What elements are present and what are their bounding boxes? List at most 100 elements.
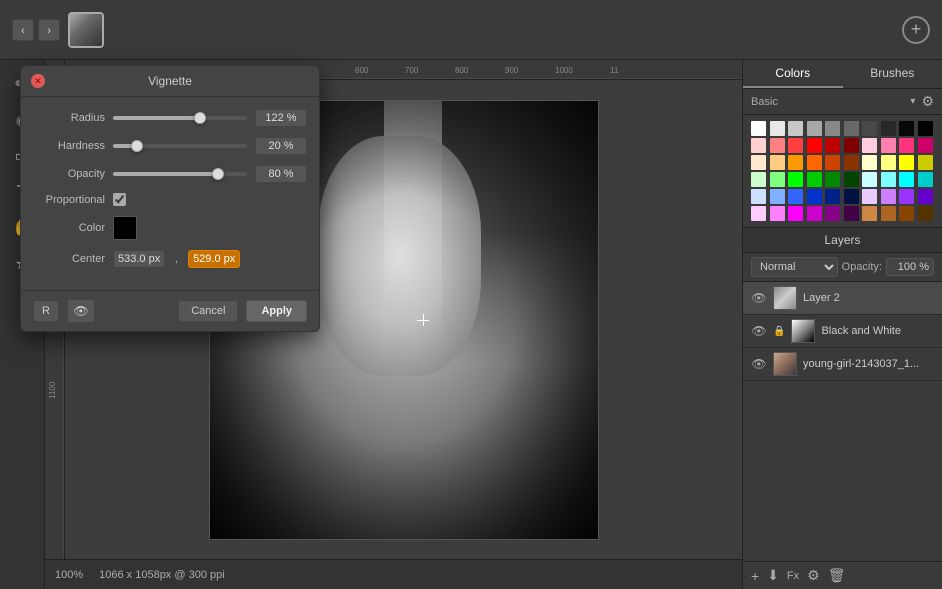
- color-swatch[interactable]: [862, 121, 877, 136]
- tab-brushes[interactable]: Brushes: [843, 60, 942, 88]
- color-swatch[interactable]: [788, 121, 803, 136]
- color-swatch[interactable]: [770, 206, 785, 221]
- color-swatch[interactable]: [807, 138, 822, 153]
- cancel-button[interactable]: Cancel: [178, 300, 238, 322]
- color-swatch[interactable]: [881, 121, 896, 136]
- delete-layer-button[interactable]: 🗑: [828, 567, 846, 584]
- color-swatch[interactable]: [844, 189, 859, 204]
- color-swatch[interactable]: [881, 138, 896, 153]
- color-swatch[interactable]: [862, 206, 877, 221]
- color-swatch[interactable]: [881, 206, 896, 221]
- color-swatch[interactable]: [918, 155, 933, 170]
- forward-button[interactable]: ›: [38, 19, 60, 41]
- color-swatch[interactable]: [918, 206, 933, 221]
- color-swatch[interactable]: [825, 172, 840, 187]
- color-swatch[interactable]: [751, 172, 766, 187]
- color-swatch[interactable]: [770, 189, 785, 204]
- document-tab[interactable]: [68, 12, 104, 48]
- color-swatch[interactable]: [825, 155, 840, 170]
- tab-colors[interactable]: Colors: [743, 60, 843, 88]
- color-swatch[interactable]: [862, 189, 877, 204]
- opacity-thumb[interactable]: [212, 168, 224, 180]
- color-swatch[interactable]: [825, 138, 840, 153]
- proportional-checkbox[interactable]: [113, 193, 126, 206]
- radius-thumb[interactable]: [194, 112, 206, 124]
- color-swatch[interactable]: [825, 121, 840, 136]
- layer-item[interactable]: 👁Layer 2: [743, 282, 942, 315]
- color-swatch[interactable]: [899, 189, 914, 204]
- hardness-thumb[interactable]: [131, 140, 143, 152]
- opacity-slider[interactable]: [113, 172, 247, 176]
- color-swatch[interactable]: [788, 138, 803, 153]
- color-swatch[interactable]: [844, 206, 859, 221]
- hardness-slider[interactable]: [113, 144, 247, 148]
- export-layer-button[interactable]: ⬇: [767, 567, 779, 584]
- layer-visibility-toggle[interactable]: 👁: [751, 290, 767, 306]
- color-swatch-button[interactable]: [113, 216, 137, 240]
- color-swatch[interactable]: [899, 206, 914, 221]
- color-swatch[interactable]: [918, 189, 933, 204]
- color-swatch[interactable]: [751, 206, 766, 221]
- color-swatch[interactable]: [807, 189, 822, 204]
- color-swatch[interactable]: [751, 155, 766, 170]
- preview-button[interactable]: 👁: [67, 299, 95, 323]
- opacity-input[interactable]: [886, 258, 934, 276]
- color-swatch[interactable]: [899, 138, 914, 153]
- center-x-input[interactable]: [113, 250, 165, 268]
- color-swatch[interactable]: [918, 172, 933, 187]
- layer-item[interactable]: 👁🔒Black and White: [743, 315, 942, 348]
- color-swatch[interactable]: [844, 121, 859, 136]
- color-swatch[interactable]: [788, 155, 803, 170]
- color-swatch[interactable]: [899, 172, 914, 187]
- color-swatch[interactable]: [788, 189, 803, 204]
- color-swatch[interactable]: [862, 138, 877, 153]
- color-swatch[interactable]: [751, 189, 766, 204]
- color-swatch[interactable]: [788, 172, 803, 187]
- add-document-button[interactable]: +: [902, 16, 930, 44]
- color-swatch[interactable]: [881, 155, 896, 170]
- layer-item[interactable]: 👁young-girl-2143037_1...: [743, 348, 942, 381]
- center-y-input[interactable]: [188, 250, 240, 268]
- dialog-close-button[interactable]: ✕: [31, 74, 45, 88]
- color-swatch[interactable]: [899, 121, 914, 136]
- back-button[interactable]: ‹: [12, 19, 34, 41]
- hardness-input[interactable]: [255, 137, 307, 155]
- color-swatch[interactable]: [807, 206, 822, 221]
- color-swatch[interactable]: [770, 138, 785, 153]
- color-swatch[interactable]: [844, 155, 859, 170]
- radius-slider[interactable]: [113, 116, 247, 120]
- layer-visibility-toggle[interactable]: 👁: [751, 356, 767, 372]
- color-swatch[interactable]: [770, 155, 785, 170]
- colors-settings-button[interactable]: ⚙: [921, 93, 934, 110]
- blend-mode-select[interactable]: Normal Multiply Screen Overlay: [751, 257, 838, 277]
- layer-visibility-toggle[interactable]: 👁: [751, 323, 767, 339]
- opacity-input-dialog[interactable]: [255, 165, 307, 183]
- color-swatch[interactable]: [751, 121, 766, 136]
- fx-button[interactable]: Fx: [787, 570, 799, 582]
- color-swatch[interactable]: [881, 189, 896, 204]
- color-swatch[interactable]: [770, 121, 785, 136]
- color-swatch[interactable]: [788, 206, 803, 221]
- apply-button[interactable]: Apply: [246, 300, 307, 322]
- add-layer-button[interactable]: +: [751, 568, 759, 584]
- color-swatch[interactable]: [807, 155, 822, 170]
- vignette-center-crosshair[interactable]: [417, 314, 429, 326]
- color-swatch[interactable]: [807, 121, 822, 136]
- color-swatch[interactable]: [825, 189, 840, 204]
- color-swatch[interactable]: [899, 155, 914, 170]
- color-swatch[interactable]: [862, 172, 877, 187]
- color-swatch[interactable]: [881, 172, 896, 187]
- color-swatch[interactable]: [918, 121, 933, 136]
- color-swatch[interactable]: [862, 155, 877, 170]
- color-swatch[interactable]: [751, 138, 766, 153]
- color-swatch[interactable]: [844, 172, 859, 187]
- right-panel: Colors Brushes Basic ▾ ⚙ Layers Normal M…: [742, 60, 942, 589]
- reset-button[interactable]: R: [33, 300, 59, 322]
- layer-settings-button[interactable]: ⚙: [807, 567, 820, 584]
- color-swatch[interactable]: [807, 172, 822, 187]
- color-swatch[interactable]: [825, 206, 840, 221]
- color-swatch[interactable]: [844, 138, 859, 153]
- color-swatch[interactable]: [770, 172, 785, 187]
- color-swatch[interactable]: [918, 138, 933, 153]
- radius-input[interactable]: [255, 109, 307, 127]
